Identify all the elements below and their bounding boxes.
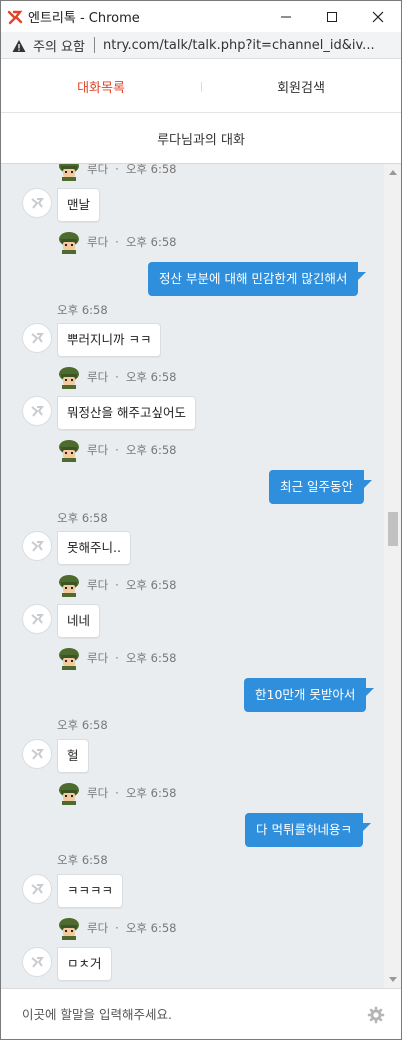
minimize-icon <box>281 16 291 17</box>
chat-area[interactable]: 루다 · 오후 6:58 맨날 루다 · 오후 6:58 정산 부분에 대해 민감한게 … <box>1 164 401 988</box>
minimize-button[interactable] <box>263 1 309 32</box>
outgoing-message: 최근 일주동안 <box>269 470 372 504</box>
close-icon <box>372 11 384 22</box>
outgoing-message: 한10만개 못받아서 <box>244 678 375 712</box>
message-input-bar <box>1 988 401 1039</box>
message-meta: 루다 · 오후 6:58 <box>57 164 176 181</box>
scroll-down-arrow-icon[interactable] <box>389 977 397 982</box>
gear-icon[interactable] <box>367 1006 385 1024</box>
incoming-message: 헐 <box>57 739 89 773</box>
outgoing-message: 다 먹튀를하네용ㅋ <box>245 813 371 847</box>
sender-name: 루다 <box>87 370 109 384</box>
sender-name: 루다 <box>87 786 109 800</box>
address-bar[interactable]: 주의 요함 ntry.com/talk/talk.php?it=channel_… <box>1 32 401 59</box>
entry-default-avatar-icon[interactable] <box>22 531 52 561</box>
soldier-avatar-icon <box>59 440 79 462</box>
soldier-avatar-icon <box>59 367 79 389</box>
message-time: 오후 6:58 <box>57 718 108 732</box>
soldier-avatar-icon <box>59 164 79 181</box>
message-time: 오후 6:58 <box>57 853 108 867</box>
tab-bar: 대화목록 회원검색 <box>1 60 401 113</box>
soldier-avatar-icon <box>59 783 79 805</box>
incoming-message: 네네 <box>57 604 101 638</box>
title-bar: 엔트리톡 - Chrome <box>1 1 401 32</box>
browser-window: 엔트리톡 - Chrome 주의 요함 ntry.com/talk/talk.p… <box>0 0 402 1040</box>
entry-default-avatar-icon[interactable] <box>22 188 52 218</box>
incoming-message: ㅁㅊ거 <box>57 947 112 981</box>
message-time: 오후 6:58 <box>125 786 177 800</box>
url-text[interactable]: ntry.com/talk/talk.php?it=channel_id&iv.… <box>103 38 375 53</box>
scrollbar-thumb[interactable] <box>388 512 398 546</box>
entry-default-avatar-icon[interactable] <box>22 947 52 977</box>
message-time: 오후 6:58 <box>57 511 108 525</box>
conversation-title: 루다님과의 대화 <box>1 113 401 164</box>
message-meta: 루다 · 오후 6:58 <box>57 781 176 805</box>
message-time: 오후 6:58 <box>125 370 177 384</box>
message-time: 오후 6:58 <box>125 235 177 249</box>
soldier-avatar-icon <box>59 918 79 940</box>
tab-chat-list[interactable]: 대화목록 <box>1 60 201 112</box>
maximize-button[interactable] <box>309 1 355 32</box>
incoming-message: 맨날 <box>57 188 101 222</box>
entry-default-avatar-icon[interactable] <box>22 739 52 769</box>
entry-logo-icon <box>7 9 23 25</box>
close-button[interactable] <box>355 1 401 32</box>
soldier-avatar-icon <box>59 232 79 254</box>
entry-default-avatar-icon[interactable] <box>22 604 52 634</box>
message-meta: 루다 · 오후 6:58 <box>57 573 176 597</box>
sender-name: 루다 <box>87 651 109 665</box>
message-meta: 루다 · 오후 6:58 <box>57 365 176 389</box>
sender-name: 루다 <box>87 443 109 457</box>
incoming-message: 뭐정산을 해주고싶어도 <box>57 396 196 430</box>
tab-member-search[interactable]: 회원검색 <box>201 60 401 112</box>
window-title: 엔트리톡 - Chrome <box>28 11 140 26</box>
maximize-icon <box>327 11 337 22</box>
message-meta: 루다 · 오후 6:58 <box>57 916 176 940</box>
message-meta: 루다 · 오후 6:58 <box>57 230 176 254</box>
sender-name: 루다 <box>87 235 109 249</box>
message-time: 오후 6:58 <box>125 651 177 665</box>
message-time: 오후 6:58 <box>57 303 108 317</box>
message-meta: 루다 · 오후 6:58 <box>57 438 176 462</box>
scroll-up-arrow-icon[interactable] <box>389 170 397 175</box>
warning-triangle-icon[interactable] <box>12 38 26 52</box>
soldier-avatar-icon <box>59 575 79 597</box>
security-warning-label[interactable]: 주의 요함 <box>33 36 85 55</box>
incoming-message: ㅋㅋㅋㅋ <box>57 874 124 908</box>
sender-name: 루다 <box>87 164 109 176</box>
message-meta: 루다 · 오후 6:58 <box>57 646 176 670</box>
address-separator <box>93 37 95 53</box>
tab-divider <box>201 82 202 92</box>
sender-name: 루다 <box>87 921 109 935</box>
soldier-avatar-icon <box>59 648 79 670</box>
incoming-message: 못해주니.. <box>57 531 131 565</box>
chat-scrollbar[interactable] <box>384 164 401 988</box>
message-time: 오후 6:58 <box>125 443 177 457</box>
message-time: 오후 6:58 <box>125 921 177 935</box>
message-time: 오후 6:58 <box>125 164 177 176</box>
entry-default-avatar-icon[interactable] <box>22 323 52 353</box>
entry-default-avatar-icon[interactable] <box>22 874 52 904</box>
sender-name: 루다 <box>87 578 109 592</box>
incoming-message: 뿌러지니까 ㅋㅋ <box>57 323 162 357</box>
entry-default-avatar-icon[interactable] <box>22 396 52 426</box>
outgoing-message: 정산 부분에 대해 민감한게 많긴해서 <box>148 262 367 296</box>
message-input[interactable] <box>22 1007 352 1022</box>
message-time: 오후 6:58 <box>125 578 177 592</box>
